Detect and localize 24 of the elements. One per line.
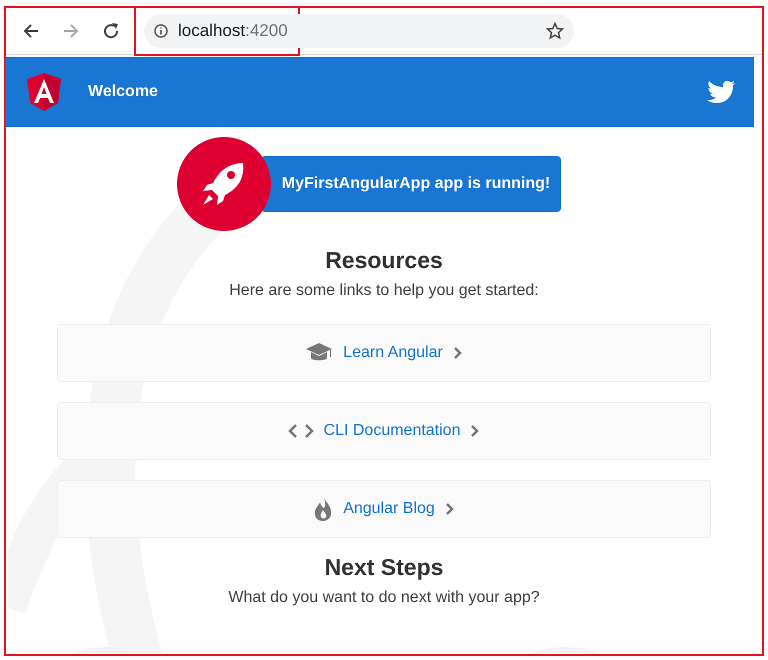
flame-icon xyxy=(313,496,334,522)
info-icon xyxy=(154,24,168,38)
arrow-right-icon xyxy=(62,22,80,40)
code-icon xyxy=(288,423,314,439)
arrow-left-icon xyxy=(22,22,40,40)
section-subtitle: What do you want to do next with your app? xyxy=(228,589,540,607)
chevron-right-icon xyxy=(452,346,463,360)
running-banner: MyFirstAngularApp app is running! xyxy=(261,156,561,212)
resource-link-card[interactable]: Learn Angular xyxy=(57,324,711,382)
resource-link-card[interactable]: Angular Blog xyxy=(57,480,711,538)
url-port: :4200 xyxy=(245,21,288,41)
star-icon[interactable] xyxy=(546,22,564,40)
url-host: localhost xyxy=(178,21,246,41)
section-subtitle: Here are some links to help you get started: xyxy=(229,282,539,300)
reload-icon xyxy=(102,22,120,40)
resource-link-card[interactable]: CLI Documentation xyxy=(57,402,711,460)
address-bar[interactable]: localhost:4200 xyxy=(144,14,574,48)
chevron-right-icon xyxy=(470,424,480,438)
section-heading: Next Steps xyxy=(324,554,444,581)
toolbar-title: Welcome xyxy=(88,83,159,101)
bird-icon[interactable] xyxy=(706,80,736,104)
shield-logo-icon xyxy=(26,73,62,111)
chevron-right-icon xyxy=(444,502,455,516)
section-heading: Resources xyxy=(325,247,443,274)
